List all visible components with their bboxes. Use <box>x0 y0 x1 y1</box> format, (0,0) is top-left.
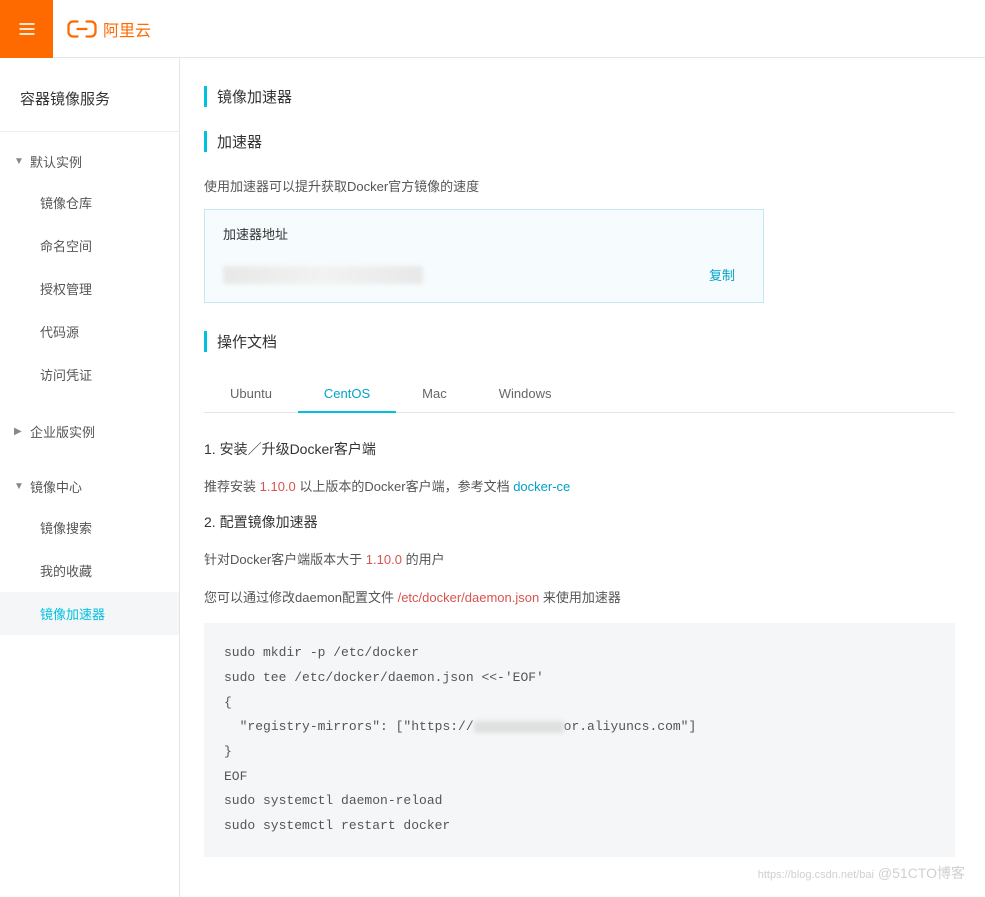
sidebar: 容器镜像服务 ▼ 默认实例 镜像仓库 命名空间 授权管理 代码源 访问凭证 ▶ … <box>0 58 180 897</box>
nav-header-center[interactable]: ▼ 镜像中心 <box>0 467 179 506</box>
code-block: sudo mkdir -p /etc/docker sudo tee /etc/… <box>204 623 955 857</box>
nav-item-namespace[interactable]: 命名空间 <box>0 224 179 267</box>
nav-group-default: ▼ 默认实例 镜像仓库 命名空间 授权管理 代码源 访问凭证 <box>0 132 179 402</box>
tab-ubuntu[interactable]: Ubuntu <box>204 376 298 412</box>
content: 镜像加速器 加速器 使用加速器可以提升获取Docker官方镜像的速度 加速器地址… <box>180 58 985 897</box>
step2-p2: 您可以通过修改daemon配置文件 /etc/docker/daemon.jso… <box>204 586 955 609</box>
accelerator-address-box: 加速器地址 复制 <box>204 209 764 303</box>
step1-text: 推荐安装 1.10.0 以上版本的Docker客户端，参考文档 docker-c… <box>204 475 955 498</box>
nav-group-center: ▼ 镜像中心 镜像搜索 我的收藏 镜像加速器 <box>0 457 179 641</box>
step2-p1: 针对Docker客户端版本大于 1.10.0 的用户 <box>204 548 955 571</box>
nav-header-default[interactable]: ▼ 默认实例 <box>0 142 179 181</box>
chevron-down-icon: ▼ <box>14 481 24 492</box>
docker-ce-link[interactable]: docker-ce <box>513 479 570 494</box>
nav-header-label: 默认实例 <box>30 152 82 171</box>
service-title: 容器镜像服务 <box>0 80 179 132</box>
redacted-host <box>474 721 564 733</box>
logo[interactable]: 阿里云 <box>67 17 151 41</box>
hamburger-icon <box>17 19 37 39</box>
nav-item-credential[interactable]: 访问凭证 <box>0 353 179 396</box>
nav-item-accelerator[interactable]: 镜像加速器 <box>0 592 179 635</box>
tab-mac[interactable]: Mac <box>396 376 473 412</box>
aliyun-logo-icon <box>67 17 97 41</box>
chevron-right-icon: ▶ <box>14 426 24 437</box>
nav-item-source[interactable]: 代码源 <box>0 310 179 353</box>
doc-body: 1. 安装／升级Docker客户端 推荐安装 1.10.0 以上版本的Docke… <box>204 439 955 857</box>
chevron-down-icon: ▼ <box>14 156 24 167</box>
accelerator-desc: 使用加速器可以提升获取Docker官方镜像的速度 <box>204 176 955 195</box>
accelerator-heading: 加速器 <box>204 131 955 152</box>
page-title: 镜像加速器 <box>204 86 955 107</box>
logo-text: 阿里云 <box>103 17 151 41</box>
step1-version: 1.10.0 <box>260 479 296 494</box>
tab-windows[interactable]: Windows <box>473 376 578 412</box>
top-bar: 阿里云 <box>0 0 985 58</box>
copy-link[interactable]: 复制 <box>709 265 735 284</box>
step2-title: 2. 配置镜像加速器 <box>204 512 955 532</box>
nav-item-search[interactable]: 镜像搜索 <box>0 506 179 549</box>
nav-item-auth[interactable]: 授权管理 <box>0 267 179 310</box>
nav-header-enterprise[interactable]: ▶ 企业版实例 <box>0 412 179 451</box>
nav-group-enterprise: ▶ 企业版实例 <box>0 402 179 457</box>
address-label: 加速器地址 <box>205 210 763 253</box>
nav-item-favorite[interactable]: 我的收藏 <box>0 549 179 592</box>
nav-header-label: 镜像中心 <box>30 477 82 496</box>
step1-title: 1. 安装／升级Docker客户端 <box>204 439 955 459</box>
nav-header-label: 企业版实例 <box>30 422 95 441</box>
docs-heading: 操作文档 <box>204 331 955 352</box>
nav-item-repo[interactable]: 镜像仓库 <box>0 181 179 224</box>
tab-centos[interactable]: CentOS <box>298 376 396 413</box>
os-tabs: Ubuntu CentOS Mac Windows <box>204 376 955 413</box>
address-value <box>223 266 423 284</box>
menu-button[interactable] <box>0 0 53 58</box>
watermark: https://blog.csdn.net/bai@51CTO博客 <box>758 863 965 883</box>
